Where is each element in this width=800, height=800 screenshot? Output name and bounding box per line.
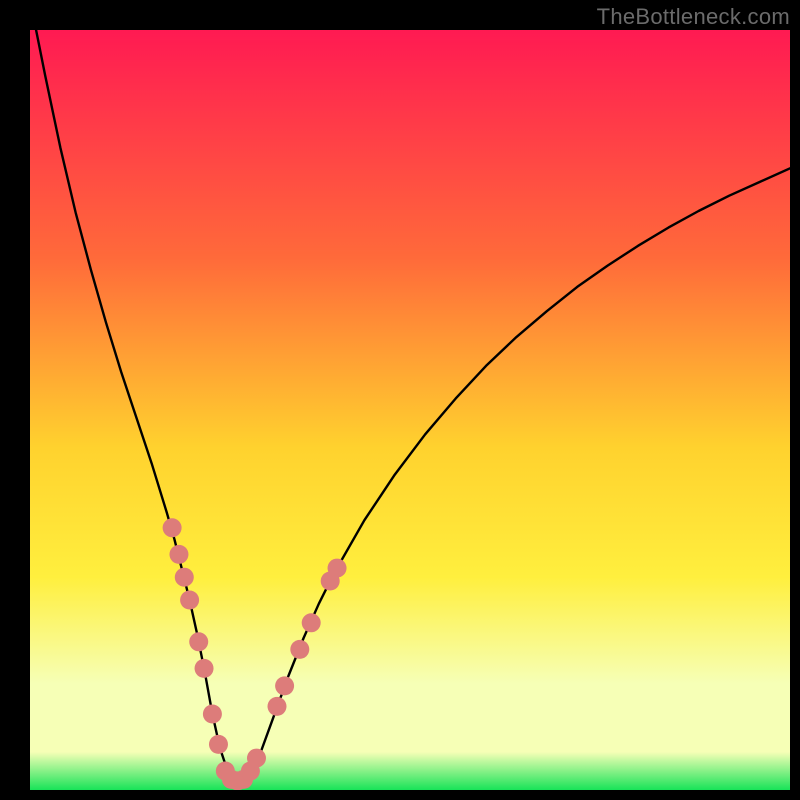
curve-dot bbox=[209, 735, 228, 754]
curve-dot bbox=[180, 591, 199, 610]
curve-dot bbox=[195, 659, 214, 678]
curve-dot bbox=[247, 749, 266, 768]
curve-dots bbox=[30, 30, 790, 790]
curve-dot bbox=[189, 632, 208, 651]
curve-dot bbox=[275, 676, 294, 695]
curve-dot bbox=[163, 518, 182, 537]
curve-dot bbox=[203, 705, 222, 724]
plot-area bbox=[30, 30, 790, 790]
curve-dot bbox=[169, 545, 188, 564]
curve-dot bbox=[290, 640, 309, 659]
curve-dot bbox=[302, 613, 321, 632]
curve-dot bbox=[268, 697, 287, 716]
chart-frame: TheBottleneck.com bbox=[0, 0, 800, 800]
curve-dot bbox=[328, 559, 347, 578]
curve-dot bbox=[175, 568, 194, 587]
watermark-text: TheBottleneck.com bbox=[597, 4, 790, 30]
